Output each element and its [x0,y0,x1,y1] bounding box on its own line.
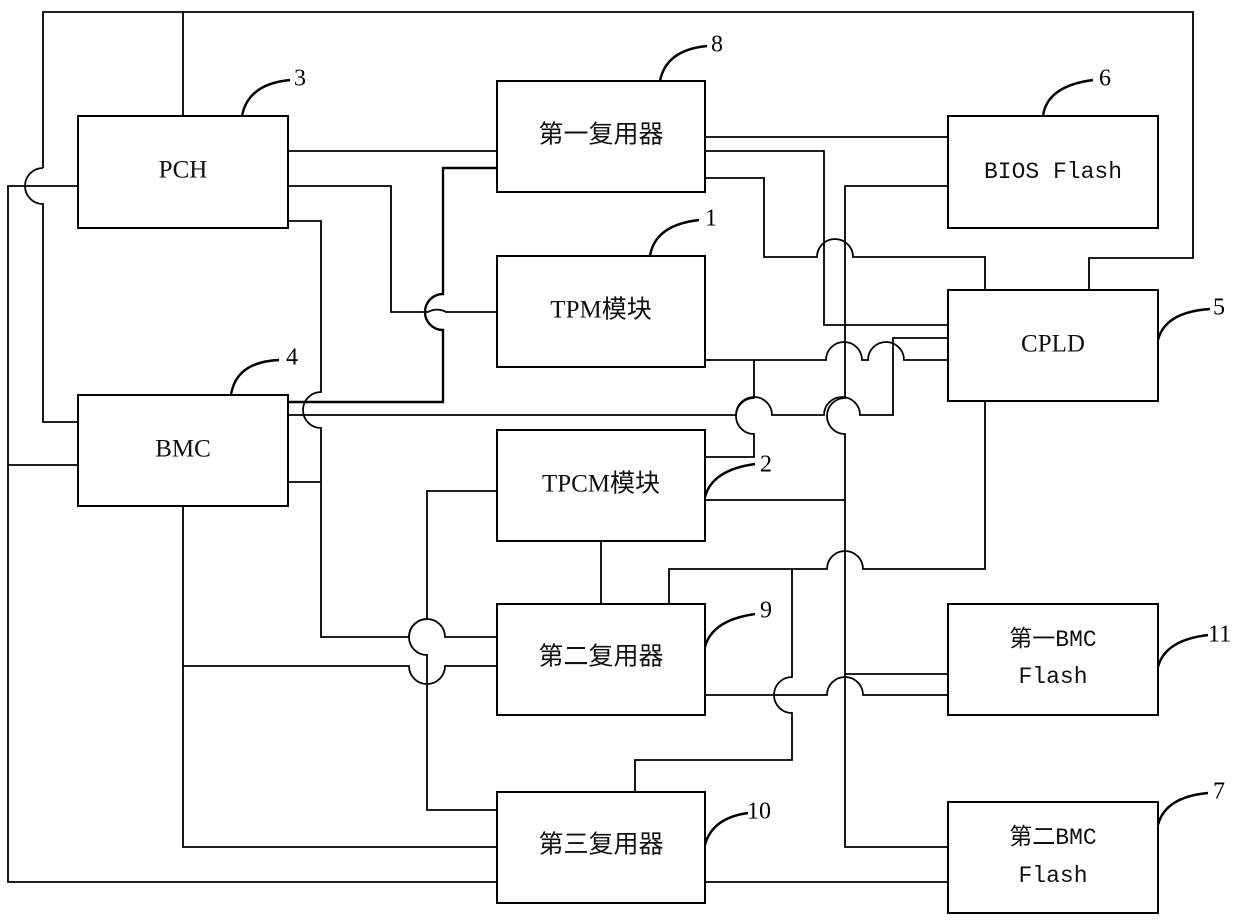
block-label: 第一复用器 [538,121,663,149]
wire-pch-tpm [288,185,497,313]
block-label: 第三复用器 [538,831,663,859]
leader-9 [703,612,756,648]
wire-left-bus-bmc [24,167,78,423]
wire-bios-bus [826,185,948,848]
block-tpcm: TPCM模块 [496,429,706,542]
wire-bmc-mux2 [183,665,497,685]
leader-1 [648,218,700,257]
wire-bmc-bottom [182,505,497,848]
ref-numeral: 1 [705,206,717,232]
block-bmc: BMC [77,394,289,507]
wire-tpcm-mux3 [408,490,497,811]
block-tpm: TPM模块 [496,255,706,368]
block-label-line2: Flash [1018,863,1087,889]
block-bmc-flash-1: 第一BMC Flash [947,603,1159,716]
block-mux1: 第一复用器 [496,80,706,193]
wire-cpld-mux2 [668,401,986,604]
leader-8 [658,44,708,82]
leader-11 [1156,633,1209,668]
ref-numeral: 10 [747,799,771,825]
leader-5 [1156,307,1211,341]
block-label: 第二复用器 [538,643,663,671]
leader-10 [703,811,749,846]
block-label: PCH [159,157,208,184]
block-cpld: CPLD [947,289,1159,402]
block-label: TPM模块 [550,296,651,324]
block-label-line2: Flash [1018,664,1087,690]
leader-2 [703,462,756,498]
leader-6 [1041,78,1094,117]
block-label-line1: 第一BMC [1009,626,1096,653]
ref-numeral: 11 [1208,622,1231,648]
block-bios-flash: BIOS Flash [947,115,1159,229]
block-label: BIOS Flash [984,159,1122,185]
wire-pch-mux2 [288,220,497,638]
leader-4 [229,358,280,396]
ref-numeral: 5 [1213,295,1225,321]
wire-tpm-cpld [705,341,948,361]
leader-7 [1156,791,1209,826]
leader-3 [240,78,291,117]
ref-numeral: 6 [1099,66,1111,92]
block-label: BMC [155,436,211,463]
wire-tpm-tpcm [705,360,755,458]
block-mux2: 第二复用器 [496,603,706,716]
block-label: CPLD [1021,331,1085,358]
ref-numeral: 7 [1213,779,1225,805]
ref-numeral: 8 [711,32,723,58]
wire-pch-left-rail [7,185,497,883]
block-pch: PCH [77,115,289,229]
block-label-line1: 第二BMC [1009,824,1096,851]
wire-mux2-flash1 [705,676,948,696]
block-diagram: PCH BMC 第一复用器 TPM模块 TPCM模块 第二复用器 第三复用器 B… [7,11,1231,914]
block-label: TPCM模块 [542,470,660,498]
ref-numeral: 2 [760,452,772,478]
ref-numeral: 3 [294,66,306,92]
ref-numeral: 9 [760,598,772,624]
wire-bmc-mux1 [288,166,497,404]
ref-numeral: 4 [286,345,298,371]
block-mux3: 第三复用器 [496,791,706,904]
block-bmc-flash-2: 第二BMC Flash [947,801,1159,914]
